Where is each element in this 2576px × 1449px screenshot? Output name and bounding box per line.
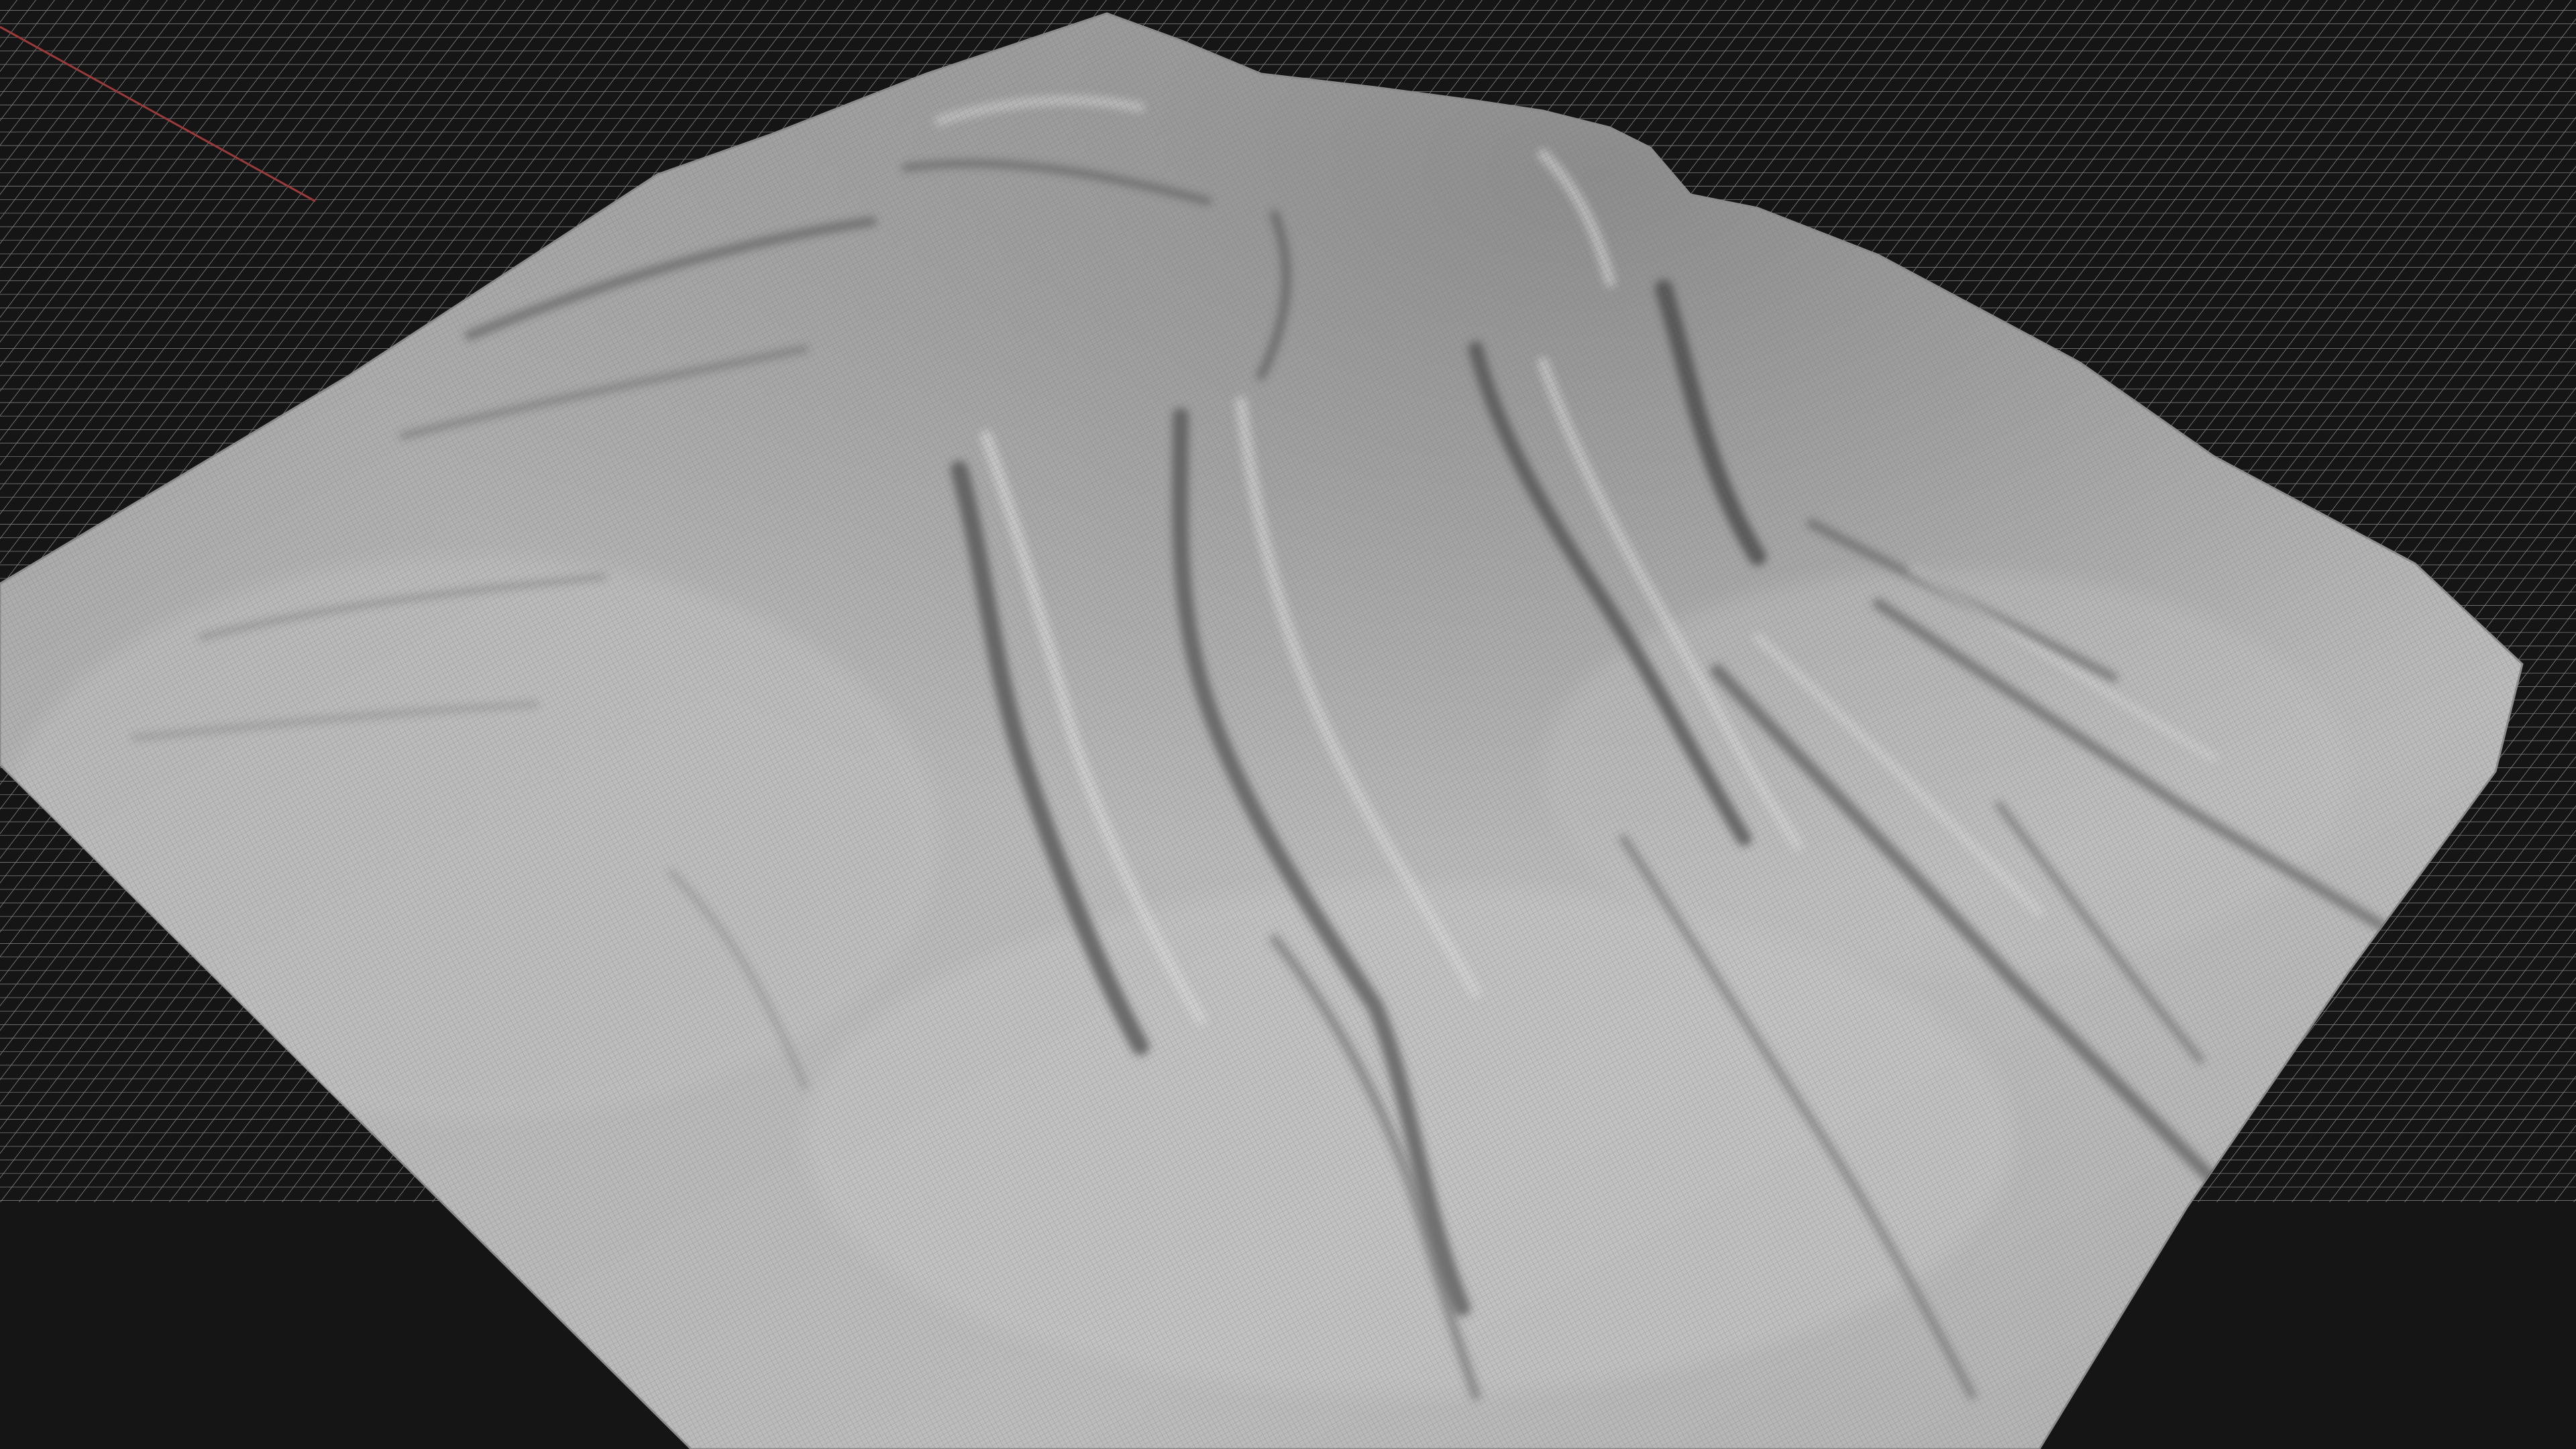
3d-viewport[interactable] [0, 0, 2576, 1449]
viewport-canvas[interactable] [0, 0, 2576, 1449]
